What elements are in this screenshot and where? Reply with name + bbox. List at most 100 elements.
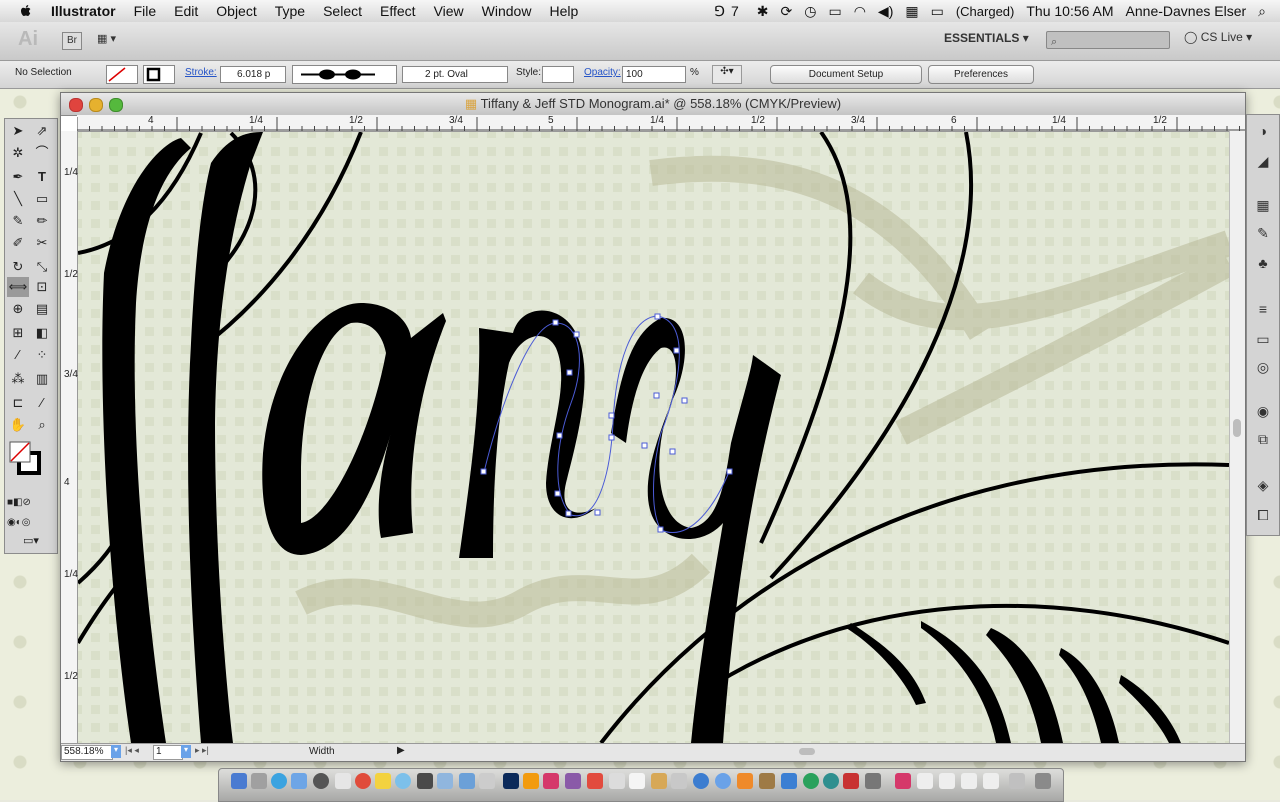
menu-type[interactable]: Type <box>266 3 314 19</box>
photo-booth-icon[interactable] <box>865 773 881 789</box>
app-store-icon[interactable] <box>693 773 709 789</box>
font-book-icon[interactable] <box>609 773 625 789</box>
system-preferences-icon[interactable] <box>313 773 329 789</box>
menu-effect[interactable]: Effect <box>371 3 425 19</box>
gradient-panel-icon[interactable]: ▭ <box>1254 331 1272 347</box>
cs-live-button[interactable]: ◯ CS Live ▾ <box>1184 30 1252 44</box>
screen-mode-button[interactable]: ▭▾ <box>7 531 55 551</box>
artboards-icon[interactable]: ⧠ <box>1254 507 1272 523</box>
transparency-icon[interactable]: ◎ <box>1254 359 1272 375</box>
close-button[interactable] <box>69 98 83 112</box>
rotate-tool-icon[interactable]: ↻ <box>7 257 29 277</box>
symbols-icon[interactable]: ♣ <box>1254 255 1272 271</box>
pen-tool-icon[interactable]: ✒ <box>7 167 29 187</box>
workspace-switcher[interactable]: ESSENTIALS ▾ <box>944 31 1029 45</box>
brush-definition-dropdown[interactable]: 2 pt. Oval <box>402 66 508 83</box>
kuler-icon[interactable]: ◢ <box>1254 153 1272 169</box>
blend-tool-icon[interactable]: ⁘ <box>31 345 53 365</box>
paintbrush-tool-icon[interactable]: ✎ <box>7 211 29 231</box>
column-graph-tool-icon[interactable]: ▥ <box>31 369 53 389</box>
status-menu-arrow[interactable]: ▶ <box>397 745 405 756</box>
pencil-tool-icon[interactable]: ✏ <box>31 211 53 231</box>
safari-icon[interactable] <box>271 773 287 789</box>
artboard-canvas[interactable] <box>78 132 1229 743</box>
search-input[interactable]: ⌕ <box>1046 31 1170 49</box>
itunes-icon[interactable] <box>417 773 433 789</box>
chrome-icon[interactable] <box>355 773 371 789</box>
scissors-tool-icon[interactable]: ✂ <box>31 233 53 253</box>
gradient-tool-icon[interactable]: ◧ <box>31 323 53 343</box>
apple-icon[interactable] <box>18 3 34 19</box>
menu-edit[interactable]: Edit <box>165 3 207 19</box>
artboard-number-field[interactable]: 1 <box>153 745 183 760</box>
sync-icon[interactable]: ⟳ <box>775 3 799 20</box>
spotlight-icon[interactable]: ⌕ <box>1252 3 1280 20</box>
graphic-style-dropdown[interactable] <box>542 66 574 83</box>
horizontal-scroll-thumb[interactable] <box>799 748 815 755</box>
shape-builder-tool-icon[interactable]: ⊕ <box>7 299 29 319</box>
ichat-icon[interactable] <box>395 773 411 789</box>
illustrator-icon[interactable] <box>523 773 539 789</box>
indesign-icon[interactable] <box>543 773 559 789</box>
document-stack-icon[interactable] <box>983 773 999 789</box>
wifi-icon[interactable]: ◠ <box>848 3 872 20</box>
launchpad-icon[interactable] <box>251 773 267 789</box>
first-artboard-button[interactable]: |◂ ◂ <box>125 745 139 756</box>
direct-selection-tool-icon[interactable]: ⇗ <box>31 121 53 141</box>
artboard-tool-icon[interactable]: ⊏ <box>7 393 29 413</box>
time-machine-icon[interactable]: ◷ <box>798 3 822 20</box>
stickies-icon[interactable] <box>375 773 391 789</box>
free-transform-tool-icon[interactable]: ⊡ <box>31 277 53 297</box>
magic-wand-tool-icon[interactable]: ✲ <box>7 143 29 163</box>
slice-tool-icon[interactable]: ⁄ <box>31 393 53 413</box>
scale-tool-icon[interactable]: ⤡ <box>31 257 53 277</box>
mail-icon[interactable] <box>291 773 307 789</box>
vertical-scroll-thumb[interactable] <box>1233 419 1241 437</box>
menu-select[interactable]: Select <box>314 3 371 19</box>
itunes-radio-icon[interactable] <box>715 773 731 789</box>
clock[interactable]: Thu 10:56 AM <box>1020 3 1119 19</box>
menu-help[interactable]: Help <box>540 3 587 19</box>
menu-file[interactable]: File <box>125 3 166 19</box>
drawing-mode-buttons[interactable]: ◉◐◎ <box>7 513 31 533</box>
adobe-menulet-icon[interactable]: ⅁ 7 <box>708 3 751 20</box>
textedit-icon[interactable] <box>335 773 351 789</box>
photoshop-icon[interactable] <box>503 773 519 789</box>
opacity-field[interactable]: 100 <box>622 66 686 83</box>
fill-swatch[interactable] <box>106 65 138 84</box>
artboard-dropdown-arrow[interactable]: ▾ <box>181 745 191 758</box>
fill-stroke-swatches[interactable] <box>9 441 41 475</box>
layers-icon[interactable]: ◈ <box>1254 477 1272 493</box>
bluetooth-icon[interactable]: ✱ <box>751 3 775 20</box>
indesign-doc-icon[interactable] <box>895 773 911 789</box>
zoom-field[interactable]: 558.18% <box>61 745 113 760</box>
hand-tool-icon[interactable]: ✋ <box>7 415 29 435</box>
mesh-tool-icon[interactable]: ⊞ <box>7 323 29 343</box>
iphoto-icon[interactable] <box>781 773 797 789</box>
document-stack-icon[interactable] <box>917 773 933 789</box>
swatches-icon[interactable]: ▦ <box>1254 197 1272 213</box>
lasso-tool-icon[interactable]: ⌒ <box>31 143 53 163</box>
volume-icon[interactable]: ◀) <box>872 3 899 20</box>
menu-object[interactable]: Object <box>207 3 265 19</box>
user-name[interactable]: Anne-Davnes Elser <box>1120 3 1253 19</box>
downloads-stack-icon[interactable] <box>1009 773 1025 789</box>
color-mode-buttons[interactable]: ■◧⊘ <box>7 493 31 513</box>
stroke-weight-field[interactable]: 6.018 p <box>220 66 286 83</box>
width-tool-icon[interactable]: ⟺ <box>7 277 29 297</box>
variable-width-profile[interactable] <box>292 65 397 84</box>
battery-icon[interactable]: ▭ <box>925 3 950 20</box>
preferences-button[interactable]: Preferences <box>928 65 1034 84</box>
line-tool-icon[interactable]: ╲ <box>7 189 29 209</box>
eyedropper-tool-icon[interactable]: ⁄ <box>7 345 29 365</box>
appearance-icon[interactable]: ◉ <box>1254 403 1272 419</box>
arrange-documents-button[interactable]: ▦ ▾ <box>97 32 129 48</box>
bridge-button[interactable]: Br <box>62 32 82 50</box>
zoom-tool-icon[interactable]: ⌕ <box>31 415 53 435</box>
vlc-icon[interactable] <box>737 773 753 789</box>
calendar-icon[interactable]: ▦ <box>899 3 924 20</box>
terminal-icon[interactable] <box>479 773 495 789</box>
time-machine-dock-icon[interactable] <box>803 773 819 789</box>
flash-icon[interactable] <box>843 773 859 789</box>
color-guide-icon[interactable]: ◑ <box>1254 123 1272 139</box>
